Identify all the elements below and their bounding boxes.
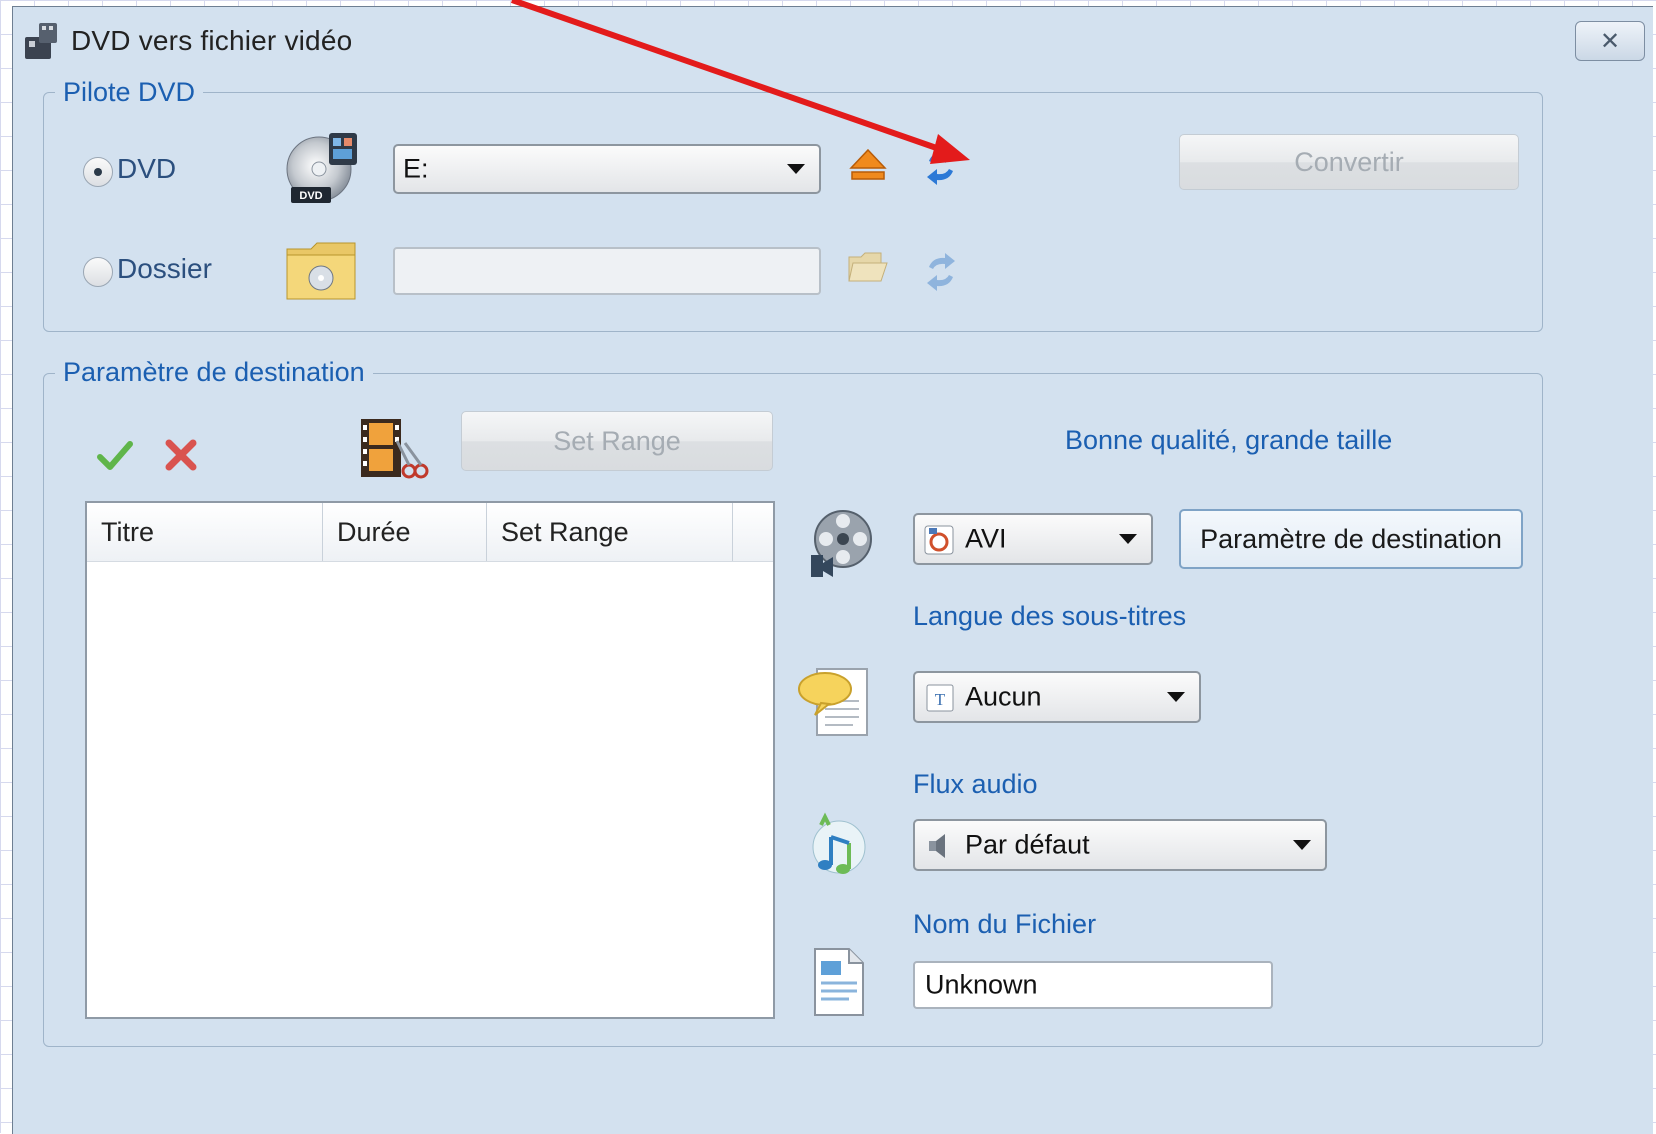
title-bar: DVD vers fichier vidéo ✕ [13, 7, 1653, 77]
convert-button[interactable]: Convertir [1179, 134, 1519, 190]
chevron-down-icon [1167, 692, 1185, 702]
subtitle-t-icon: T [926, 684, 954, 712]
pilote-dvd-group [43, 92, 1543, 332]
column-header-titre[interactable]: Titre [87, 503, 323, 561]
filename-input[interactable]: Unknown [913, 961, 1273, 1009]
film-scissors-icon [361, 419, 429, 479]
subtitles-label: Langue des sous-titres [913, 601, 1187, 631]
folder-path-input[interactable] [393, 247, 821, 295]
subtitles-dropdown-value: Aucun [965, 681, 1042, 712]
subtitles-document-icon [798, 668, 868, 736]
film-reel-icon [811, 510, 872, 577]
refresh-folder-icon[interactable] [923, 251, 959, 293]
audio-dropdown-value: Par défaut [965, 829, 1090, 860]
dossier-radio[interactable] [83, 257, 113, 287]
pilote-dvd-legend: Pilote DVD [55, 77, 204, 108]
chevron-down-icon [1293, 840, 1311, 850]
dvd-disc-icon: DVD [286, 133, 357, 203]
column-header-set-range[interactable]: Set Range [487, 503, 733, 561]
dossier-radio-label[interactable]: Dossier [117, 253, 212, 285]
app-dvd-icon [25, 23, 57, 59]
destination-legend: Paramètre de destination [55, 357, 373, 388]
uncheck-all-icon[interactable] [163, 437, 199, 473]
close-button[interactable]: ✕ [1575, 21, 1645, 61]
svg-text:DVD: DVD [299, 190, 322, 202]
filename-input-value: Unknown [925, 969, 1038, 1000]
titles-list[interactable]: Titre Durée Set Range [85, 501, 775, 1019]
svg-text:T: T [935, 690, 946, 709]
audio-music-icon [812, 812, 866, 874]
column-header-duree[interactable]: Durée [323, 503, 487, 561]
window-title: DVD vers fichier vidéo [71, 25, 353, 56]
drive-dropdown[interactable]: E: [393, 144, 821, 194]
dvd-radio-label[interactable]: DVD [117, 153, 176, 185]
set-range-button[interactable]: Set Range [461, 411, 773, 471]
format-profile-icon [924, 525, 954, 555]
column-header-filler [733, 503, 773, 561]
subtitles-dropdown[interactable]: T Aucun [913, 671, 1201, 723]
audio-label: Flux audio [913, 769, 1038, 799]
quality-label: Bonne qualité, grande taille [1065, 425, 1393, 455]
refresh-drive-icon[interactable] [923, 145, 959, 187]
chevron-down-icon [1119, 534, 1137, 544]
file-document-icon [814, 948, 864, 1016]
close-icon: ✕ [1599, 27, 1621, 55]
folder-dvd-icon [286, 242, 356, 300]
eject-icon[interactable] [849, 148, 887, 182]
check-all-icon[interactable] [97, 439, 133, 473]
chevron-down-icon [787, 164, 805, 174]
format-dropdown-value: AVI [965, 523, 1007, 554]
drive-dropdown-value: E: [403, 153, 429, 184]
destination-settings-button[interactable]: Paramètre de destination [1179, 509, 1523, 569]
dialog-window: DVD vers fichier vidéo ✕ Pilote DVD DVD … [12, 6, 1653, 1134]
open-folder-icon[interactable] [847, 251, 889, 285]
dvd-radio[interactable] [83, 157, 113, 187]
speaker-icon [929, 834, 945, 858]
audio-dropdown[interactable]: Par défaut [913, 819, 1327, 871]
list-header: Titre Durée Set Range [87, 503, 773, 562]
filename-label: Nom du Fichier [913, 909, 1097, 939]
format-dropdown[interactable]: AVI [913, 513, 1153, 565]
